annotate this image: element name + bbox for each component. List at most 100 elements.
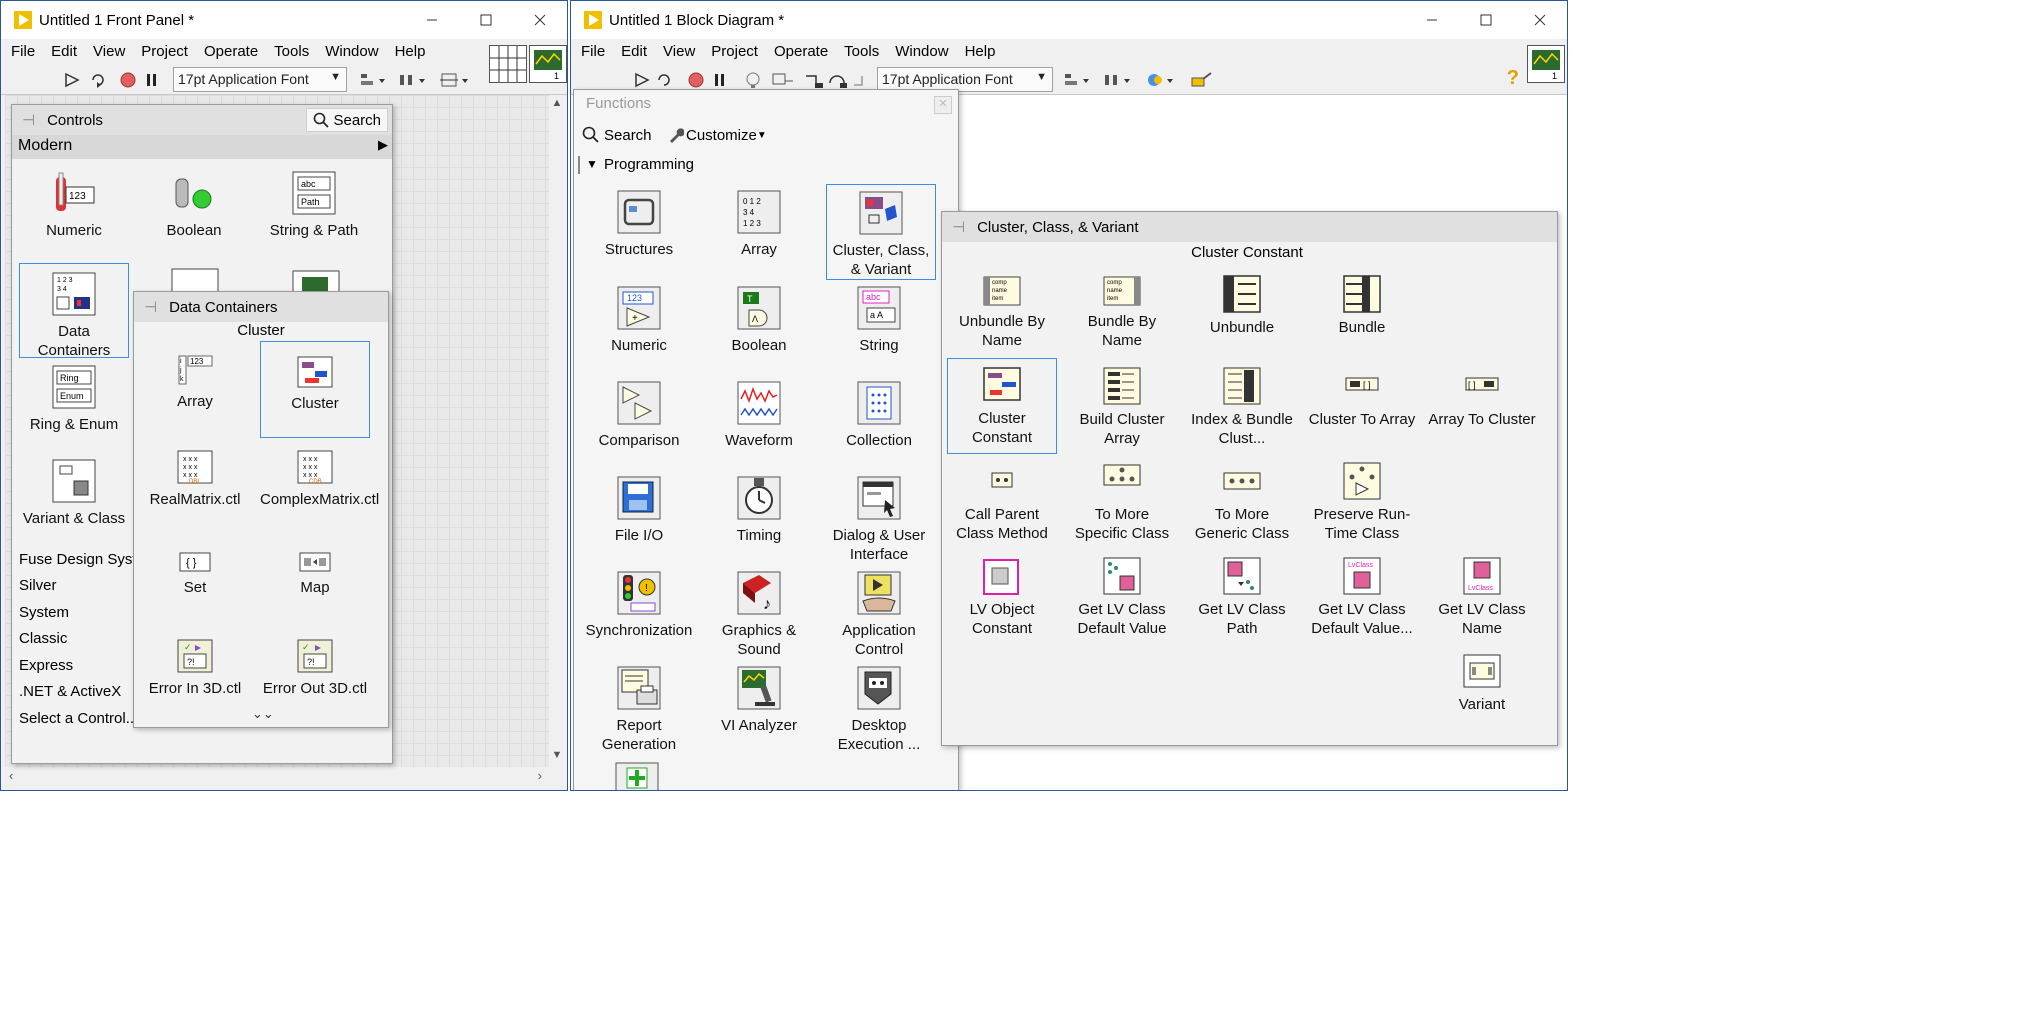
palette-item-report-generation[interactable]: Report Generation: [584, 664, 694, 754]
palette-item-boolean[interactable]: Boolean: [139, 169, 249, 240]
category-fuse-design[interactable]: Fuse Design Syste: [19, 551, 145, 568]
abort-icon[interactable]: [119, 71, 137, 89]
search-button[interactable]: Search: [582, 126, 652, 144]
palette-item-get-class-name[interactable]: LvClass Get LV Class Name: [1427, 556, 1537, 638]
context-help-icon[interactable]: ?: [1507, 67, 1519, 90]
menu-window[interactable]: Window: [895, 43, 948, 60]
palette-item-collection[interactable]: Collection: [824, 379, 934, 450]
cluster-class-variant-palette[interactable]: ⊣ Cluster, Class, & Variant Cluster Cons…: [941, 211, 1558, 746]
menu-tools[interactable]: Tools: [274, 43, 309, 60]
functions-palette[interactable]: Functions ✕ Search Customize ▼ ▼ Program…: [573, 89, 959, 790]
palette-item-array-functions[interactable]: 0 1 2 3 41 2 3 Array: [704, 188, 814, 259]
resize-objects-icon[interactable]: [439, 71, 471, 89]
vertical-scrollbar[interactable]: ▲ ▼: [549, 95, 565, 767]
distribute-objects-icon[interactable]: [1103, 71, 1133, 89]
pin-icon[interactable]: ⊣: [952, 218, 965, 236]
close-button[interactable]: [513, 1, 567, 39]
palette-item-bundle[interactable]: Bundle: [1307, 274, 1417, 337]
palette-item-waveform[interactable]: Waveform: [704, 379, 814, 450]
palette-item-array[interactable]: i j k 123 Array: [140, 352, 250, 411]
palette-item-array-to-cluster[interactable]: [ ] Array To Cluster: [1427, 366, 1537, 429]
palette-item-dialog-ui[interactable]: Dialog & User Interface: [824, 474, 934, 564]
palette-item-graphics-sound[interactable]: ♪ Graphics & Sound: [704, 569, 814, 659]
data-containers-palette[interactable]: ⊣ Data Containers Cluster i j k 123 Array C…: [133, 291, 389, 728]
category-programming[interactable]: ▼ Programming: [578, 156, 958, 176]
abort-icon[interactable]: [687, 71, 705, 89]
retain-wire-values-icon[interactable]: [771, 71, 795, 89]
palette-item-partial[interactable]: [613, 760, 661, 790]
menu-project[interactable]: Project: [711, 43, 758, 60]
maximize-button[interactable]: [1459, 1, 1513, 39]
palette-item-get-class-path[interactable]: Get LV Class Path: [1187, 556, 1297, 638]
clean-up-diagram-icon[interactable]: [1189, 71, 1215, 89]
menu-file[interactable]: File: [11, 43, 35, 60]
palette-item-cluster-class-variant[interactable]: Cluster, Class, & Variant: [826, 184, 936, 280]
category-classic[interactable]: Classic: [19, 630, 67, 647]
step-into-icon[interactable]: [803, 71, 825, 89]
category-system[interactable]: System: [19, 604, 69, 621]
palette-item-unbundle-by-name[interactable]: comp name item Unbundle By Name: [947, 274, 1057, 350]
search-button[interactable]: Search: [306, 108, 388, 132]
run-arrow-icon[interactable]: [63, 71, 81, 89]
palette-item-comparison[interactable]: Comparison: [584, 379, 694, 450]
menu-project[interactable]: Project: [141, 43, 188, 60]
distribute-objects-icon[interactable]: [398, 71, 428, 89]
connector-pane-icon[interactable]: [489, 45, 527, 83]
palette-item-ring-enum[interactable]: Ring Enum Ring & Enum: [19, 363, 129, 434]
palette-item-structures[interactable]: Structures: [584, 188, 694, 259]
palette-item-cluster-to-array[interactable]: [ ] Cluster To Array: [1307, 366, 1417, 429]
palette-item-timing[interactable]: Timing: [704, 474, 814, 545]
category-express[interactable]: Express: [19, 657, 73, 674]
palette-item-cluster[interactable]: Cluster: [260, 341, 370, 438]
palette-item-data-containers[interactable]: 1 2 3 3 4 Data Containers: [19, 263, 129, 359]
close-button[interactable]: [1513, 1, 1567, 39]
palette-item-numeric-functions[interactable]: 123 + Numeric: [584, 284, 694, 355]
palette-item-index-bundle-cluster[interactable]: Index & Bundle Clust...: [1187, 366, 1297, 448]
menu-operate[interactable]: Operate: [204, 43, 258, 60]
pause-icon[interactable]: [713, 71, 727, 89]
run-continuously-icon[interactable]: [89, 71, 109, 89]
palette-item-synchronization[interactable]: ! Synchronization: [584, 569, 694, 640]
maximize-button[interactable]: [459, 1, 513, 39]
align-objects-icon[interactable]: [359, 71, 387, 89]
font-select[interactable]: 17pt Application Font ▼: [173, 67, 347, 92]
palette-item-cluster-constant[interactable]: Cluster Constant: [947, 358, 1057, 454]
menu-help[interactable]: Help: [965, 43, 996, 60]
vi-icon[interactable]: 1: [1527, 45, 1565, 83]
menu-help[interactable]: Help: [395, 43, 426, 60]
category-net-activex[interactable]: .NET & ActiveX: [19, 683, 121, 700]
menu-edit[interactable]: Edit: [621, 43, 647, 60]
run-continuously-icon[interactable]: [655, 71, 675, 89]
expand-palette-icon[interactable]: ⌄⌄: [252, 706, 274, 722]
menu-file[interactable]: File: [581, 43, 605, 60]
palette-item-to-more-generic[interactable]: To More Generic Class: [1187, 461, 1297, 543]
category-modern-row[interactable]: Modern ▶: [12, 135, 392, 159]
category-select-control[interactable]: Select a Control...: [19, 710, 138, 727]
palette-item-preserve-runtime[interactable]: Preserve Run-Time Class: [1307, 461, 1417, 543]
reorder-icon[interactable]: [1145, 71, 1177, 89]
palette-item-numeric[interactable]: 123 Numeric: [19, 169, 129, 240]
step-over-icon[interactable]: [827, 71, 849, 89]
palette-item-unbundle[interactable]: Unbundle: [1187, 274, 1297, 337]
palette-item-desktop-execution[interactable]: Desktop Execution ...: [824, 664, 934, 754]
menu-window[interactable]: Window: [325, 43, 378, 60]
palette-item-string-functions[interactable]: abc a A String: [824, 284, 934, 355]
palette-item-file-io[interactable]: File I/O: [584, 474, 694, 545]
palette-item-to-more-specific[interactable]: To More Specific Class: [1067, 461, 1177, 543]
palette-item-application-control[interactable]: Application Control: [824, 569, 934, 659]
palette-item-bundle-by-name[interactable]: comp name item Bundle By Name: [1067, 274, 1177, 350]
palette-item-boolean-functions[interactable]: TΛ Boolean: [704, 284, 814, 355]
menu-view[interactable]: View: [663, 43, 695, 60]
step-out-icon[interactable]: [851, 71, 873, 89]
front-panel-titlebar[interactable]: Untitled 1 Front Panel *: [1, 1, 567, 39]
palette-item-build-cluster-array[interactable]: Build Cluster Array: [1067, 366, 1177, 448]
menu-operate[interactable]: Operate: [774, 43, 828, 60]
pin-icon[interactable]: ⊣: [144, 298, 157, 316]
close-palette-icon[interactable]: ✕: [934, 96, 952, 114]
palette-item-error-out[interactable]: ✓?! Error Out 3D.ctl: [260, 637, 370, 698]
customize-button[interactable]: Customize ▼: [666, 126, 767, 144]
palette-item-variant[interactable]: Variant: [1427, 651, 1537, 714]
run-arrow-icon[interactable]: [633, 71, 651, 89]
pin-icon[interactable]: ⊣: [22, 111, 35, 129]
palette-item-call-parent-method[interactable]: Call Parent Class Method: [947, 461, 1057, 543]
